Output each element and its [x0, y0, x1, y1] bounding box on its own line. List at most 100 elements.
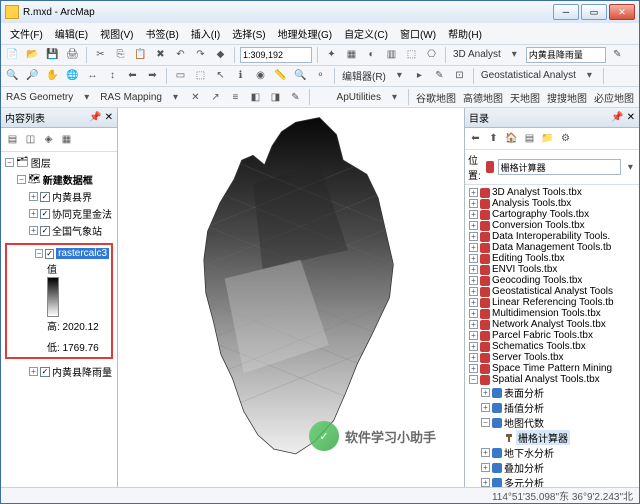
tool-icon[interactable]: ✎ [431, 67, 448, 84]
catalog-item[interactable]: +表面分析 [467, 385, 637, 400]
toc-layer[interactable]: +✓协同克里金法 [3, 205, 115, 222]
catalog-item[interactable]: +插值分析 [467, 400, 637, 415]
tianditu-map[interactable]: 天地图 [508, 90, 542, 105]
catalog-item[interactable]: +Geostatistical Analyst Tools [467, 286, 637, 297]
tool-icon[interactable]: ◉ [252, 67, 269, 84]
catalog-item[interactable]: +Linear Referencing Tools.tb [467, 297, 637, 308]
tool-icon[interactable]: ↗ [207, 89, 224, 106]
google-map[interactable]: 谷歌地图 [414, 90, 458, 105]
copy-icon[interactable]: ⎘ [112, 46, 129, 63]
undo-icon[interactable]: ↶ [172, 46, 189, 63]
dropdown-icon[interactable]: ▾ [386, 89, 403, 106]
3d-analyst-label[interactable]: 3D Analyst [451, 49, 503, 60]
toc-rastercalc[interactable]: −✓rastercalc3 [9, 247, 109, 260]
tool-icon[interactable]: ↔ [84, 67, 101, 84]
tool-icon[interactable]: ✎ [609, 46, 626, 63]
dropdown-icon[interactable]: ▾ [167, 89, 184, 106]
new-icon[interactable]: 📄 [4, 46, 21, 63]
location-input[interactable] [498, 159, 621, 175]
next-extent-icon[interactable]: ➡ [144, 67, 161, 84]
close-button[interactable]: ✕ [609, 4, 635, 20]
list-by-drawing-icon[interactable]: ▤ [4, 131, 21, 148]
tool-icon[interactable]: ≡ [227, 89, 244, 106]
tool-icon[interactable]: ⚙ [557, 130, 574, 147]
toc-layer[interactable]: +✓全国气象站 [3, 222, 115, 239]
prev-extent-icon[interactable]: ⬅ [124, 67, 141, 84]
catalog-item[interactable]: +叠加分析 [467, 460, 637, 475]
delete-icon[interactable]: ✖ [152, 46, 169, 63]
catalog-item[interactable]: +Editing Tools.tbx [467, 253, 637, 264]
menu-view[interactable]: 视图(V) [95, 24, 138, 43]
catalog-item[interactable]: −地图代数 [467, 415, 637, 430]
gaode-map[interactable]: 高德地图 [461, 90, 505, 105]
bing-map[interactable]: 必应地图 [592, 90, 636, 105]
catalog-item[interactable]: +地下水分析 [467, 445, 637, 460]
menu-edit[interactable]: 编辑(E) [50, 24, 93, 43]
connect-icon[interactable]: 📁 [539, 130, 556, 147]
catalog-item[interactable]: +Cartography Tools.tbx [467, 209, 637, 220]
catalog-item[interactable]: +Parcel Fabric Tools.tbx [467, 330, 637, 341]
toggle-icon[interactable]: ▤ [521, 130, 538, 147]
pan-icon[interactable]: ✋ [44, 67, 61, 84]
catalog-item[interactable]: +Network Analyst Tools.tbx [467, 319, 637, 330]
dropdown-icon[interactable]: ▾ [581, 67, 598, 84]
menu-bookmarks[interactable]: 书签(B) [140, 24, 183, 43]
identify-icon[interactable]: ℹ [232, 67, 249, 84]
tool-icon[interactable]: ✎ [287, 89, 304, 106]
editor-label[interactable]: 编辑器(R) [340, 68, 388, 83]
catalog-item[interactable]: −Spatial Analyst Tools.tbx [467, 374, 637, 385]
menu-file[interactable]: 文件(F) [5, 24, 48, 43]
tool-icon[interactable]: ▸ [411, 67, 428, 84]
catalog-item[interactable]: +ENVI Tools.tbx [467, 264, 637, 275]
tool-icon[interactable]: ↕ [104, 67, 121, 84]
maximize-button[interactable]: ▭ [581, 4, 607, 20]
tool-icon[interactable]: ✕ [187, 89, 204, 106]
catalog-item[interactable]: +Geocoding Tools.tbx [467, 275, 637, 286]
print-icon[interactable]: 🖨 [64, 46, 81, 63]
toc-layers-root[interactable]: −🗂图层 [3, 154, 115, 171]
catalog-item[interactable]: 栅格计算器 [467, 430, 637, 445]
toc-header[interactable]: 内容列表 📌 ✕ [1, 108, 117, 128]
tool-icon[interactable]: ⬚ [403, 46, 420, 63]
catalog-item[interactable]: +Analysis Tools.tbx [467, 198, 637, 209]
catalog-item[interactable]: +Space Time Pattern Mining [467, 363, 637, 374]
tool-icon[interactable]: ◐ [363, 46, 380, 63]
dropdown-icon[interactable]: ▾ [391, 67, 408, 84]
back-icon[interactable]: ⬅ [467, 130, 484, 147]
list-by-selection-icon[interactable]: ▦ [58, 131, 75, 148]
catalog-item[interactable]: +Data Management Tools.tb [467, 242, 637, 253]
pointer-icon[interactable]: ↖ [212, 67, 229, 84]
list-by-visibility-icon[interactable]: ◈ [40, 131, 57, 148]
full-extent-icon[interactable]: 🌐 [64, 67, 81, 84]
tool-icon[interactable]: ⊡ [451, 67, 468, 84]
menu-windows[interactable]: 窗口(W) [395, 24, 441, 43]
catalog-item[interactable]: +Multidimension Tools.tbx [467, 308, 637, 319]
scale-input[interactable] [240, 47, 312, 63]
python-icon[interactable]: ⎔ [423, 46, 440, 63]
menu-geoprocessing[interactable]: 地理处理(G) [273, 24, 337, 43]
save-icon[interactable]: 💾 [44, 46, 61, 63]
open-icon[interactable]: 📂 [24, 46, 41, 63]
select-icon[interactable]: ▭ [172, 67, 189, 84]
toc-dataframe[interactable]: −🗺新建数据框 [3, 171, 115, 188]
paste-icon[interactable]: 📋 [132, 46, 149, 63]
zoom-out-icon[interactable]: 🔎 [24, 67, 41, 84]
geostat-label[interactable]: Geostatistical Analyst [479, 70, 578, 81]
tool-icon[interactable]: ⚬ [312, 67, 329, 84]
find-icon[interactable]: 🔍 [292, 67, 309, 84]
menu-insert[interactable]: 插入(I) [186, 24, 225, 43]
toc-layer[interactable]: +✓内黄县界 [3, 188, 115, 205]
tool-icon[interactable]: ◧ [247, 89, 264, 106]
tool-icon[interactable]: ▦ [343, 46, 360, 63]
layer-combo[interactable] [526, 47, 606, 63]
cut-icon[interactable]: ✂ [92, 46, 109, 63]
catalog-item[interactable]: +多元分析 [467, 475, 637, 487]
clear-sel-icon[interactable]: ⬚ [192, 67, 209, 84]
minimize-button[interactable]: ─ [553, 4, 579, 20]
soso-map[interactable]: 搜搜地图 [545, 90, 589, 105]
add-data-icon[interactable]: ◆ [212, 46, 229, 63]
menu-customize[interactable]: 自定义(C) [339, 24, 393, 43]
ras-geom-label[interactable]: RAS Geometry [4, 92, 75, 103]
menu-selection[interactable]: 选择(S) [227, 24, 270, 43]
catalog-item[interactable]: +Conversion Tools.tbx [467, 220, 637, 231]
